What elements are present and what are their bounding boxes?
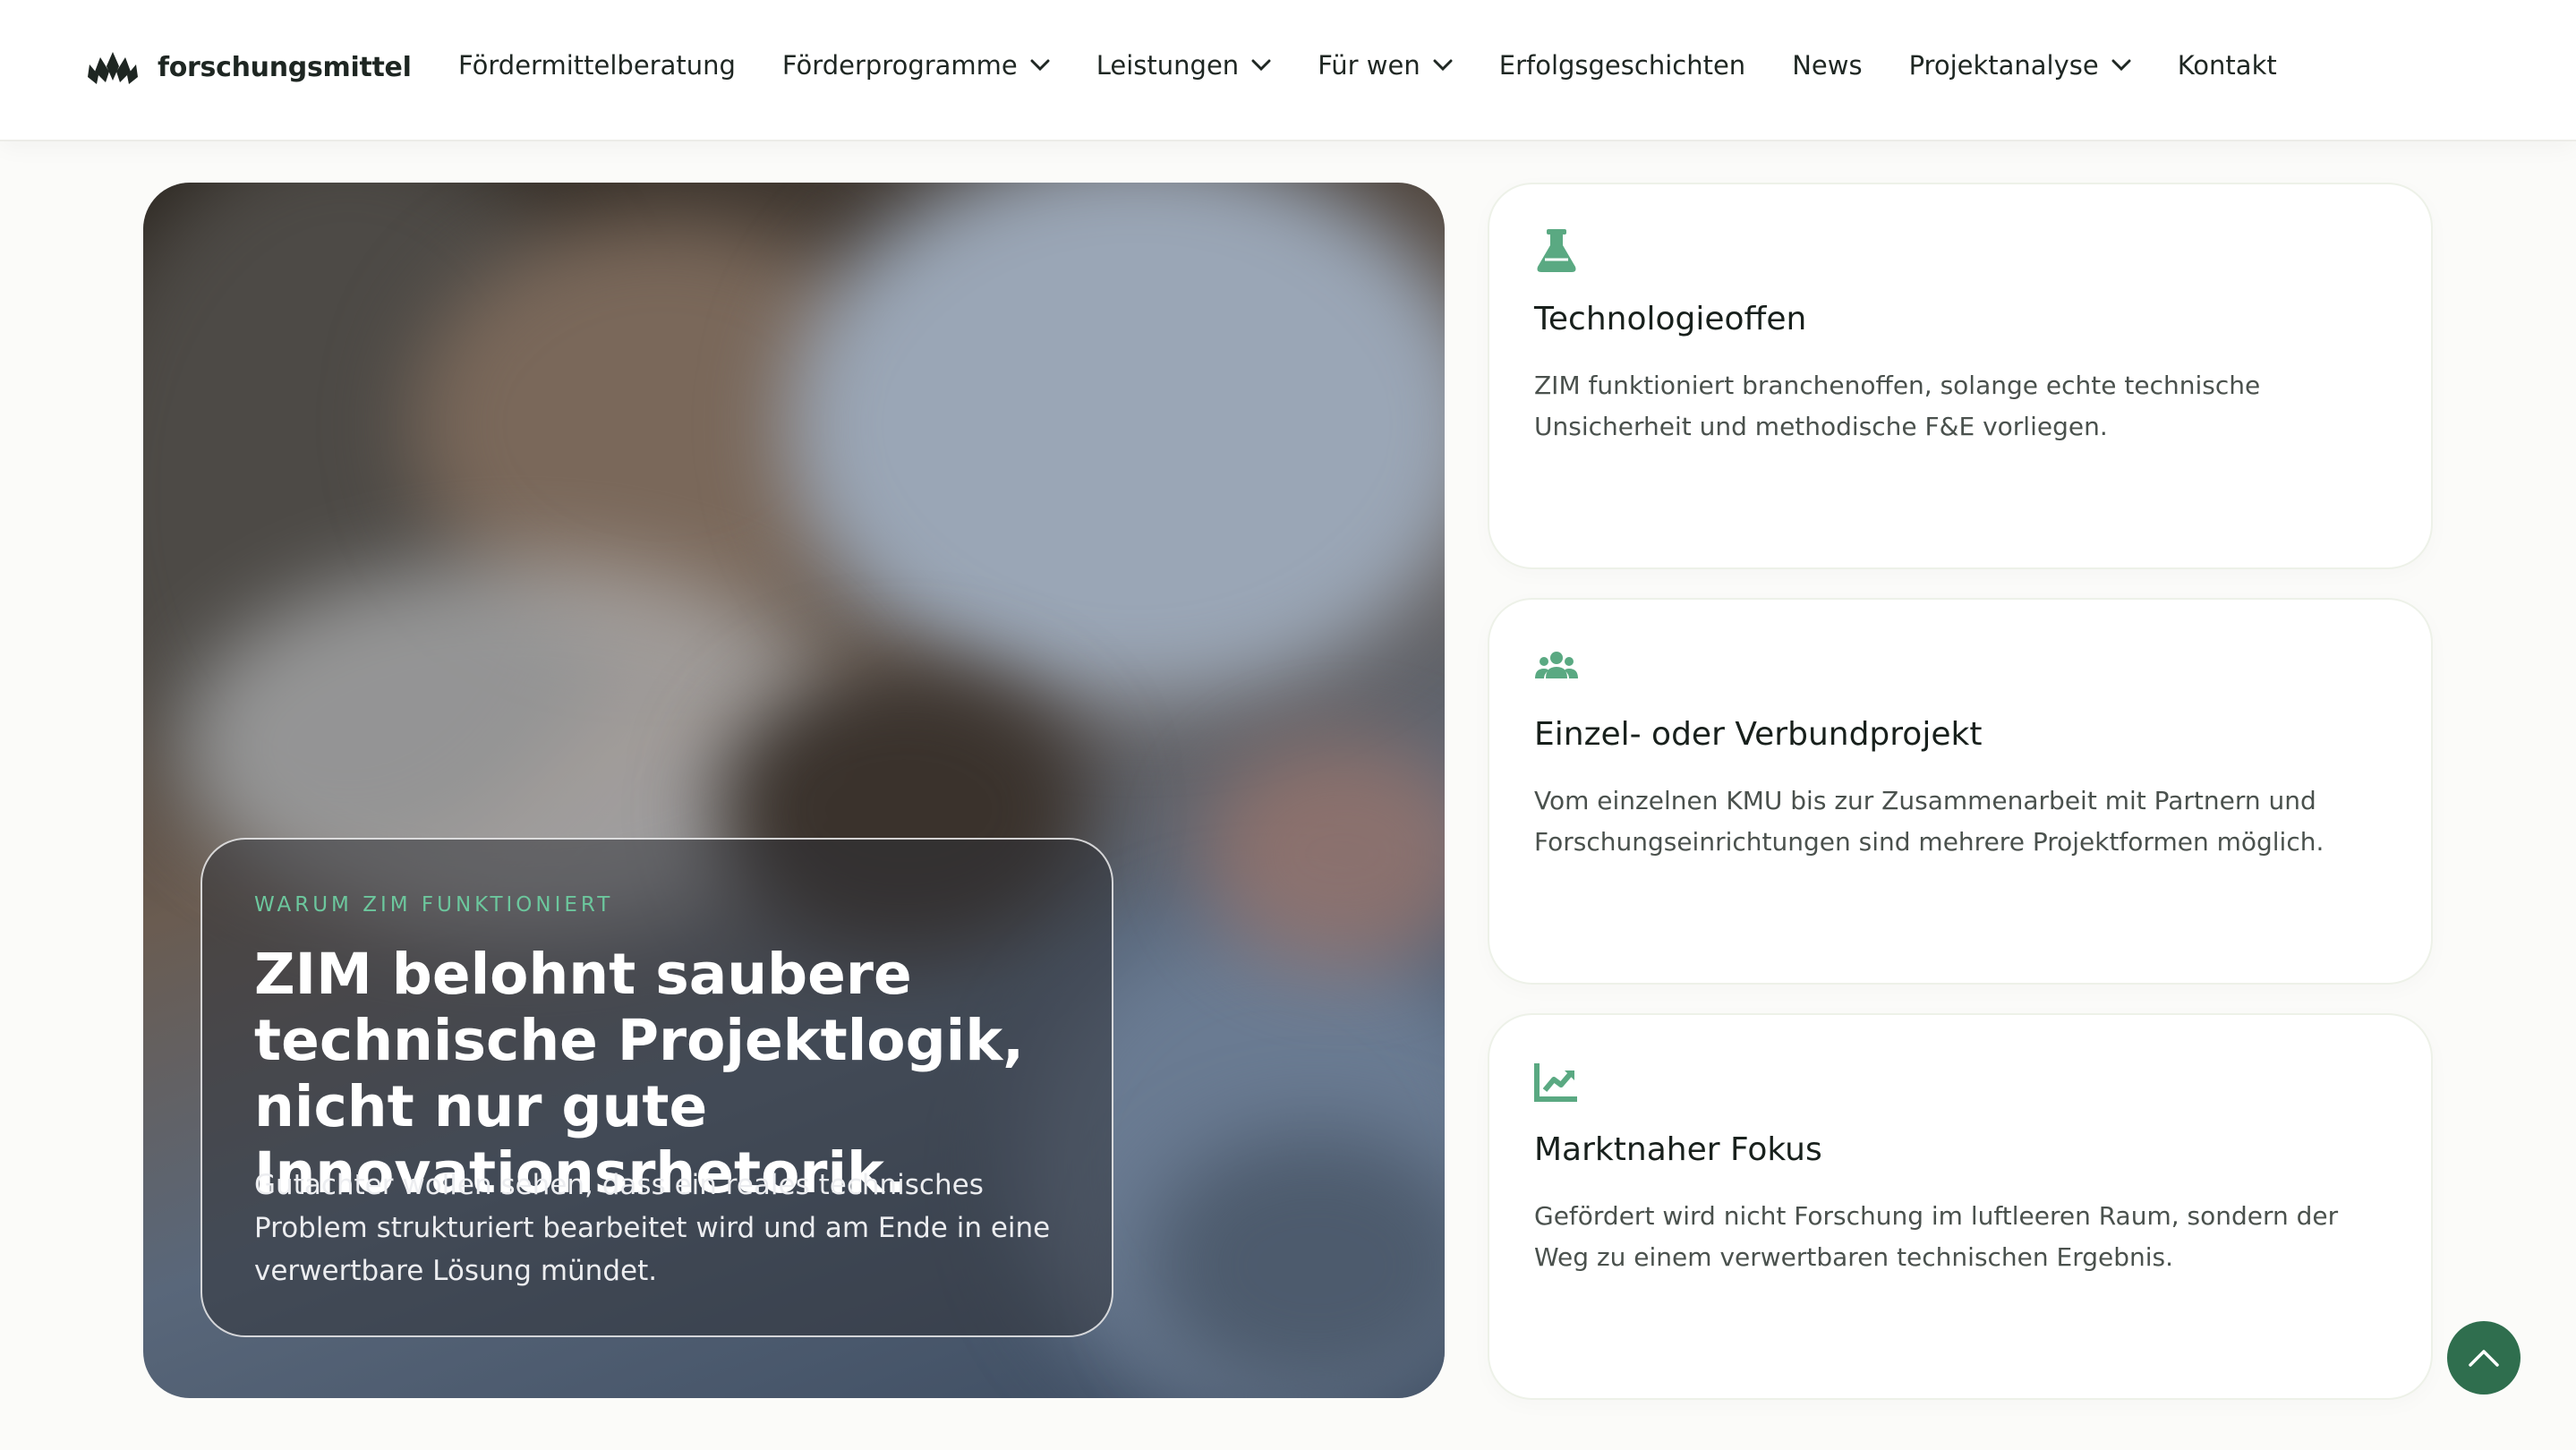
nav-item-erfolgsgeschichten[interactable]: Erfolgsgeschichten xyxy=(1499,50,1745,81)
hero-eyebrow: WARUM ZIM FUNKTIONIERT xyxy=(254,893,614,917)
lotus-logo-icon xyxy=(88,52,138,84)
nav-label: News xyxy=(1792,50,1863,81)
feature-card-title: Einzel- oder Verbundprojekt xyxy=(1534,716,1983,753)
nav-label: Kontakt xyxy=(2177,50,2277,81)
chevron-up-icon xyxy=(2469,1350,2499,1367)
chevron-down-icon xyxy=(1433,59,1453,72)
feature-card-verbundprojekt: Einzel- oder Verbundprojekt Vom einzelne… xyxy=(1488,598,2433,985)
feature-card-title: Marktnaher Fokus xyxy=(1534,1131,1822,1168)
feature-card-title: Technologieoffen xyxy=(1534,301,1807,337)
flask-icon xyxy=(1537,229,1576,272)
hero-image-card: WARUM ZIM FUNKTIONIERT ZIM belohnt saube… xyxy=(143,183,1445,1398)
site-header: forschungsmittel Fördermittelberatung Fö… xyxy=(0,0,2576,141)
nav-item-leistungen[interactable]: Leistungen xyxy=(1096,50,1271,81)
nav-label: Für wen xyxy=(1318,50,1420,81)
chevron-down-icon xyxy=(2111,59,2131,72)
nav-label: Fördermittelberatung xyxy=(458,50,736,81)
nav-item-news[interactable]: News xyxy=(1792,50,1862,81)
nav-label: Projektanalyse xyxy=(1908,50,2099,81)
feature-card-technologieoffen: Technologieoffen ZIM funktioniert branch… xyxy=(1488,183,2433,569)
scroll-to-top-button[interactable] xyxy=(2447,1321,2521,1395)
feature-card-text: Vom einzelnen KMU bis zur Zusammenarbeit… xyxy=(1534,786,2324,857)
chevron-down-icon xyxy=(1251,59,1271,72)
feature-card-text: ZIM funktioniert branchenoffen, solange … xyxy=(1534,371,2261,441)
chevron-down-icon xyxy=(1030,59,1050,72)
main-nav: Fördermittelberatung Förderprogramme Lei… xyxy=(458,50,2277,81)
nav-label: Leistungen xyxy=(1096,50,1240,81)
brand-name: forschungsmittel xyxy=(158,51,412,83)
nav-item-projektanalyse[interactable]: Projektanalyse xyxy=(1909,50,2131,81)
nav-item-kontakt[interactable]: Kontakt xyxy=(2178,50,2277,81)
users-icon xyxy=(1535,652,1578,678)
nav-item-foerderprogramme[interactable]: Förderprogramme xyxy=(782,50,1050,81)
chart-line-icon xyxy=(1534,1063,1577,1102)
nav-label: Erfolgsgeschichten xyxy=(1498,50,1746,81)
brand-logo[interactable]: forschungsmittel xyxy=(88,48,412,86)
feature-card-marktnaher-fokus: Marktnaher Fokus Gefördert wird nicht Fo… xyxy=(1488,1013,2433,1400)
nav-label: Förderprogramme xyxy=(781,50,1018,81)
hero-description: Gutachter wollen sehen, dass ein reales … xyxy=(254,1169,1051,1287)
feature-card-text: Gefördert wird nicht Forschung im luftle… xyxy=(1534,1201,2339,1272)
nav-item-foerdermittelberatung[interactable]: Fördermittelberatung xyxy=(458,50,736,81)
hero-text-overlay: WARUM ZIM FUNKTIONIERT ZIM belohnt saube… xyxy=(200,838,1113,1337)
nav-item-fuer-wen[interactable]: Für wen xyxy=(1318,50,1453,81)
